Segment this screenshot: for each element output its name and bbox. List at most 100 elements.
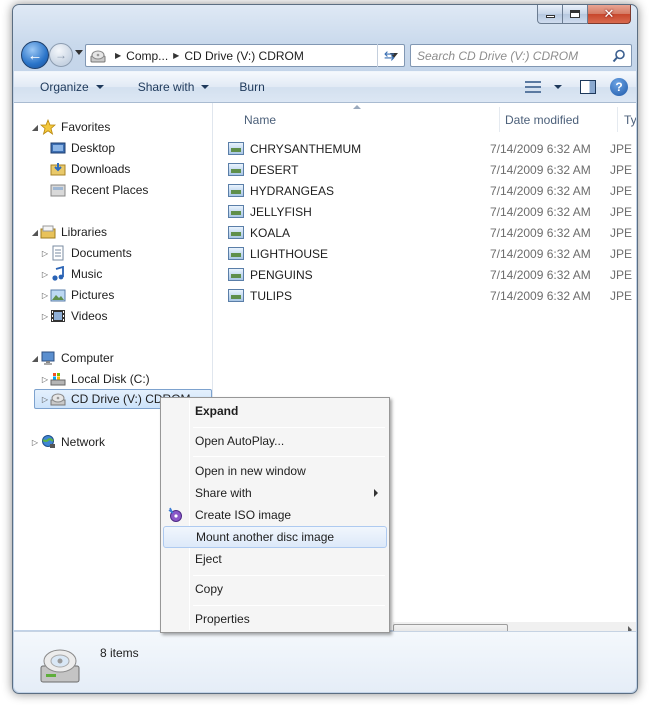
change-view-button[interactable] xyxy=(521,80,566,94)
expand-arrow-icon[interactable]: ▷ xyxy=(40,375,50,384)
file-type: JPE xyxy=(610,225,633,240)
forward-button[interactable]: → xyxy=(49,43,73,67)
file-row[interactable]: TULIPS 7/14/2009 6:32 AM JPE xyxy=(228,285,634,306)
recent-pages-dropdown-icon[interactable] xyxy=(75,50,83,55)
organize-button[interactable]: Organize xyxy=(14,80,116,94)
breadcrumb-cd-drive[interactable]: CD Drive (V:) CDROM xyxy=(184,49,304,63)
help-icon[interactable]: ? xyxy=(610,78,628,96)
share-with-button[interactable]: Share with xyxy=(116,80,222,94)
context-menu: Expand Open AutoPlay... Open in new wind… xyxy=(160,397,390,633)
file-row[interactable]: CHRYSANTHEMUM 7/14/2009 6:32 AM JPE xyxy=(228,138,634,159)
collapse-arrow-icon[interactable]: ◢ xyxy=(30,354,40,363)
minimize-button[interactable] xyxy=(537,5,563,24)
menu-item-mount-another-disc-image[interactable]: Mount another disc image xyxy=(163,526,387,548)
menu-label: Copy xyxy=(195,582,224,596)
menu-item-open-new-window[interactable]: Open in new window xyxy=(163,460,387,482)
collapse-arrow-icon[interactable]: ◢ xyxy=(30,228,40,237)
tree-pictures[interactable]: ▷ Pictures xyxy=(40,285,114,305)
file-type: JPE xyxy=(610,204,633,219)
tree-computer[interactable]: ◢ Computer xyxy=(30,348,114,368)
file-type: JPE xyxy=(610,141,633,156)
file-row[interactable]: DESERT 7/14/2009 6:32 AM JPE xyxy=(228,159,634,180)
file-name: CHRYSANTHEMUM xyxy=(250,141,362,156)
file-row[interactable]: JELLYFISH 7/14/2009 6:32 AM JPE xyxy=(228,201,634,222)
tree-downloads[interactable]: Downloads xyxy=(50,159,130,179)
close-button[interactable]: ✕ xyxy=(588,5,631,24)
tree-local-disk[interactable]: ▷ Local Disk (C:) xyxy=(40,369,150,389)
file-type: JPE xyxy=(610,246,633,261)
documents-icon xyxy=(50,245,66,261)
iso-tool-icon xyxy=(168,507,182,522)
tree-recent-places[interactable]: Recent Places xyxy=(50,180,148,200)
expand-arrow-icon[interactable]: ▷ xyxy=(40,249,50,258)
breadcrumb-separator-icon[interactable]: ▶ xyxy=(115,51,121,60)
menu-item-eject[interactable]: Eject xyxy=(163,548,387,570)
collapse-arrow-icon[interactable]: ◢ xyxy=(30,123,40,132)
file-name: PENGUINS xyxy=(250,267,313,282)
column-label: Typ xyxy=(624,112,636,127)
menu-label: Create ISO image xyxy=(195,508,292,522)
tree-desktop[interactable]: Desktop xyxy=(50,138,115,158)
view-details-icon xyxy=(525,80,541,94)
file-type: JPE xyxy=(610,183,633,198)
recent-places-icon xyxy=(50,182,66,198)
menu-item-copy[interactable]: Copy xyxy=(163,578,387,600)
back-button[interactable]: ← xyxy=(21,41,49,69)
file-row[interactable]: HYDRANGEAS 7/14/2009 6:32 AM JPE xyxy=(228,180,634,201)
menu-label: Mount another disc image xyxy=(196,530,335,544)
file-date: 7/14/2009 6:32 AM xyxy=(490,225,591,240)
help-label: ? xyxy=(615,80,623,94)
command-bar: Organize Share with Burn ? xyxy=(14,71,636,103)
tree-label: Recent Places xyxy=(71,183,149,197)
search-icon[interactable] xyxy=(612,49,626,63)
file-name: TULIPS xyxy=(250,288,293,303)
file-row[interactable]: KOALA 7/14/2009 6:32 AM JPE xyxy=(228,222,634,243)
column-divider[interactable] xyxy=(499,107,500,132)
menu-item-share-with[interactable]: Share with xyxy=(163,482,387,504)
tree-documents[interactable]: ▷ Documents xyxy=(40,243,132,263)
file-name: LIGHTHOUSE xyxy=(250,246,329,261)
tree-videos[interactable]: ▷ Videos xyxy=(40,306,108,326)
column-header-date-modified[interactable]: Date modified xyxy=(505,107,615,132)
address-bar[interactable]: ▶ Comp... ▶ CD Drive (V:) CDROM xyxy=(85,44,405,67)
column-header-name[interactable]: Name xyxy=(244,107,494,132)
tree-favorites[interactable]: ◢ Favorites xyxy=(30,117,110,137)
menu-item-create-iso[interactable]: Create ISO image xyxy=(163,504,387,526)
burn-button[interactable]: Burn xyxy=(221,80,276,94)
maximize-icon xyxy=(570,10,580,18)
file-type: JPE xyxy=(610,288,633,303)
menu-item-open-autoplay[interactable]: Open AutoPlay... xyxy=(163,430,387,452)
column-header-type[interactable]: Typ xyxy=(624,107,636,132)
maximize-button[interactable] xyxy=(563,5,588,24)
submenu-arrow-icon xyxy=(374,489,378,497)
expand-arrow-icon[interactable]: ▷ xyxy=(40,270,50,279)
column-divider[interactable] xyxy=(617,107,618,132)
jpeg-image-icon xyxy=(228,247,244,260)
item-count: 8 items xyxy=(100,646,139,660)
expand-arrow-icon[interactable]: ▷ xyxy=(30,438,40,447)
expand-arrow-icon[interactable]: ▷ xyxy=(40,291,50,300)
tree-music[interactable]: ▷ Music xyxy=(40,264,102,284)
tree-libraries[interactable]: ◢ Libraries xyxy=(30,222,107,242)
preview-pane-icon[interactable] xyxy=(580,80,596,94)
search-input[interactable]: Search CD Drive (V:) CDROM xyxy=(410,44,632,67)
breadcrumb-separator-icon[interactable]: ▶ xyxy=(173,51,179,60)
expand-arrow-icon[interactable]: ▷ xyxy=(40,312,50,321)
refresh-button[interactable]: ⇆ xyxy=(377,44,401,67)
file-row[interactable]: LIGHTHOUSE 7/14/2009 6:32 AM JPE xyxy=(228,243,634,264)
file-type: JPE xyxy=(610,267,633,282)
breadcrumb-computer[interactable]: Comp... xyxy=(126,49,168,63)
menu-label: Properties xyxy=(195,612,250,626)
menu-item-properties[interactable]: Properties xyxy=(163,608,387,630)
tree-network[interactable]: ▷ Network xyxy=(30,432,105,452)
file-row[interactable]: PENGUINS 7/14/2009 6:32 AM JPE xyxy=(228,264,634,285)
column-label: Name xyxy=(244,112,277,127)
jpeg-image-icon xyxy=(228,226,244,239)
forward-arrow-icon: → xyxy=(55,48,67,62)
chevron-down-icon xyxy=(201,85,210,89)
tree-label: Libraries xyxy=(61,225,108,239)
menu-separator xyxy=(193,456,385,457)
refresh-icon: ⇆ xyxy=(384,47,395,63)
menu-item-expand[interactable]: Expand xyxy=(163,400,387,422)
expand-arrow-icon[interactable]: ▷ xyxy=(40,395,50,404)
